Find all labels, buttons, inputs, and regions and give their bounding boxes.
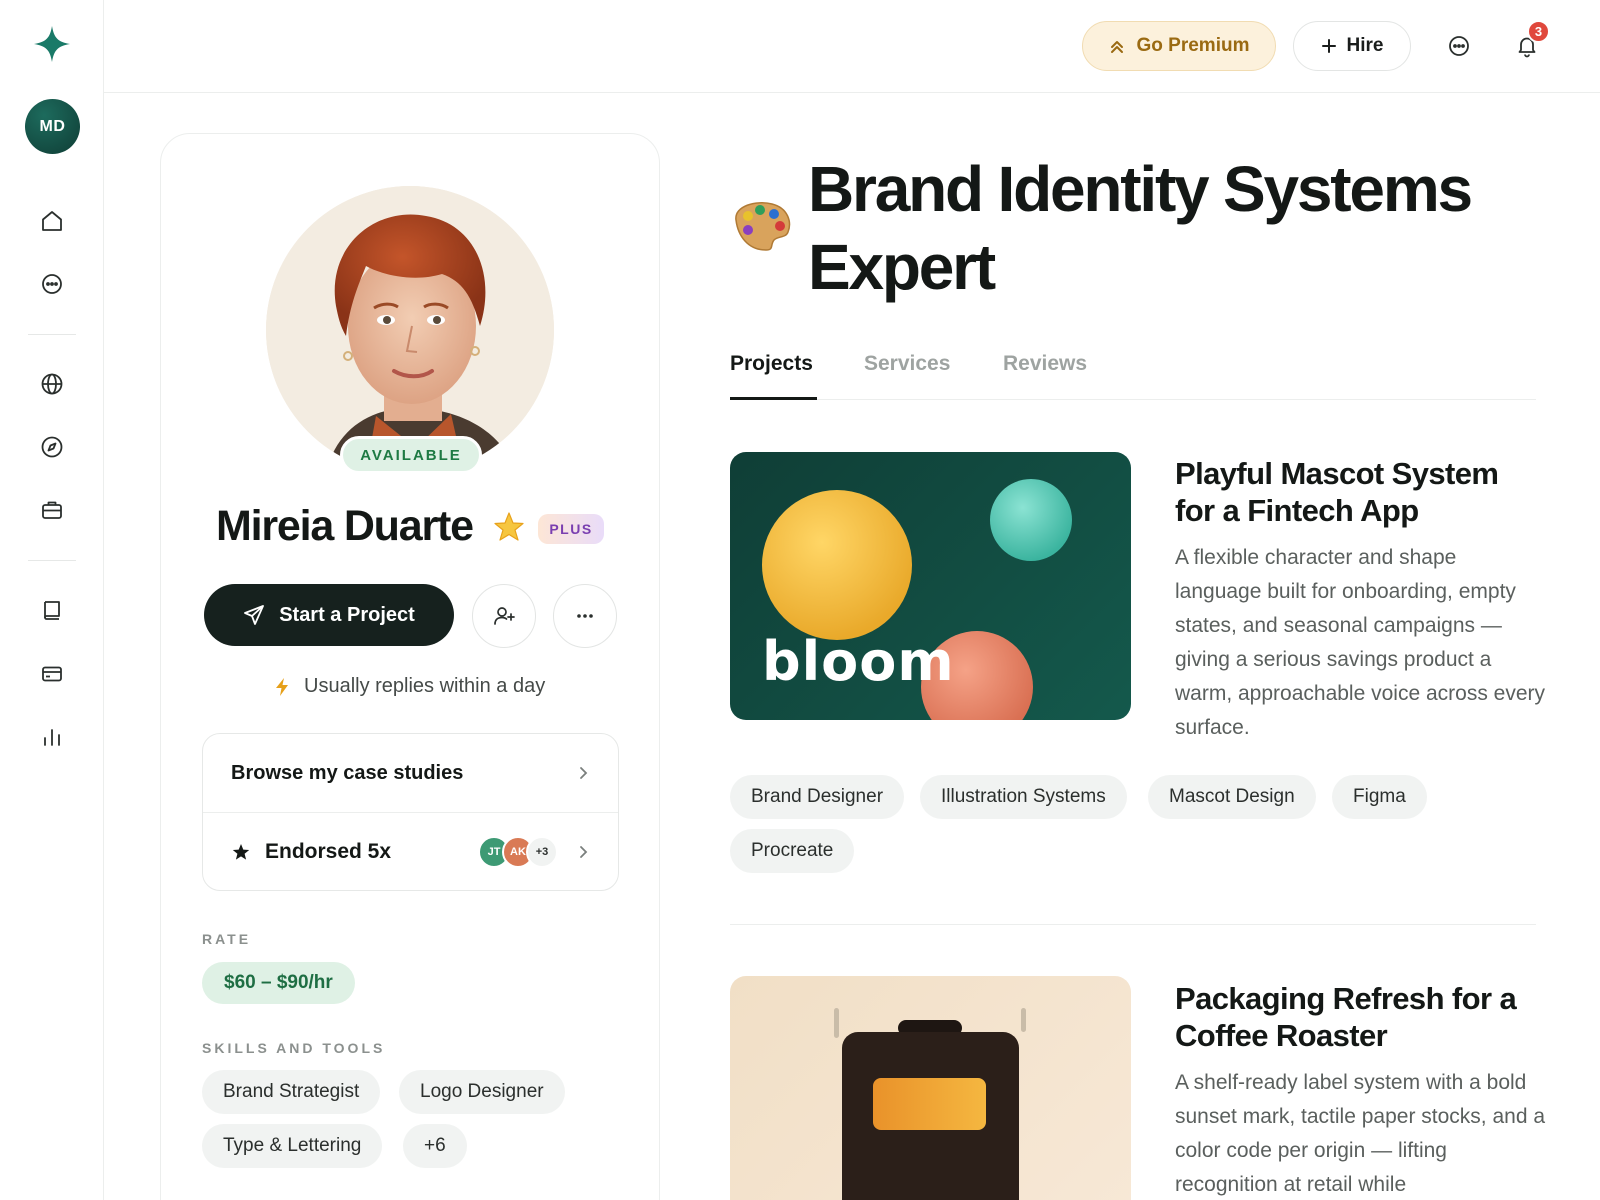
case-studies-label: Browse my case studies xyxy=(231,761,464,784)
page-headline: Brand Identity Systems Expert xyxy=(808,153,1473,303)
rate-label: RATE xyxy=(202,931,252,947)
more-skills-chip[interactable]: +6 xyxy=(403,1124,467,1168)
sidebar-divider xyxy=(28,560,76,561)
start-project-button[interactable]: Start a Project xyxy=(204,584,454,646)
tab-services[interactable]: Services xyxy=(864,352,950,376)
go-premium-label: Go Premium xyxy=(1136,35,1250,56)
endorsed-label: Endorsed 5x xyxy=(265,839,392,863)
case-studies-link[interactable]: Browse my case studies xyxy=(203,734,618,812)
credit-card-icon[interactable] xyxy=(38,660,66,688)
endorsers-more-count: +3 xyxy=(526,835,558,868)
reply-time-note: Usually replies within a day xyxy=(274,675,545,698)
thumbnail-wordmark: bloom xyxy=(762,630,955,693)
project-tag[interactable]: Mascot Design xyxy=(1148,775,1316,819)
profile-name: Mireia Duarte xyxy=(216,502,474,550)
project-thumbnail[interactable] xyxy=(730,976,1131,1200)
project-title[interactable]: Packaging Refresh for a Coffee Roaster xyxy=(1175,980,1545,1054)
go-premium-button[interactable]: Go Premium xyxy=(1082,21,1276,71)
bar-chart-icon[interactable] xyxy=(38,723,66,751)
more-options-button[interactable] xyxy=(553,584,617,648)
hire-label: Hire xyxy=(1346,35,1384,56)
skills-label: SKILLS AND TOOLS xyxy=(202,1040,386,1056)
briefcase-icon[interactable] xyxy=(38,496,66,524)
lightning-icon xyxy=(276,677,288,696)
user-plus-icon xyxy=(494,607,515,625)
hire-button[interactable]: Hire xyxy=(1293,21,1411,71)
tab-projects[interactable]: Projects xyxy=(730,352,813,376)
project-tag[interactable]: Procreate xyxy=(730,829,855,873)
messages-icon[interactable] xyxy=(1443,30,1475,62)
sidebar: MD xyxy=(0,0,104,1200)
content-tabs: Projects Services Reviews xyxy=(730,340,1536,400)
rate-value: $60 – $90/hr xyxy=(202,962,355,1004)
globe-icon[interactable] xyxy=(38,370,66,398)
project-thumbnail[interactable]: bloom xyxy=(730,452,1131,720)
compass-icon[interactable] xyxy=(38,433,66,461)
project-description: A flexible character and shape language … xyxy=(1175,546,1546,739)
double-chevron-up-icon xyxy=(1110,41,1123,53)
skill-chip[interactable]: Logo Designer xyxy=(399,1070,565,1114)
project-tag[interactable]: Illustration Systems xyxy=(920,775,1127,819)
follow-button[interactable] xyxy=(472,584,536,648)
sidebar-divider xyxy=(28,334,76,335)
project-tag[interactable]: Brand Designer xyxy=(730,775,905,819)
tab-reviews[interactable]: Reviews xyxy=(1003,352,1087,376)
book-icon[interactable] xyxy=(38,597,66,625)
ellipsis-icon xyxy=(577,614,593,618)
project-divider xyxy=(730,924,1536,925)
skill-chip[interactable]: Brand Strategist xyxy=(202,1070,381,1114)
availability-badge: AVAILABLE xyxy=(340,436,482,474)
active-tab-indicator xyxy=(730,397,817,400)
skill-chip[interactable]: Type & Lettering xyxy=(202,1124,383,1168)
star-icon xyxy=(232,843,250,860)
notification-count-badge: 3 xyxy=(1527,20,1550,43)
chevron-right-icon xyxy=(580,845,588,858)
plus-icon xyxy=(1321,39,1336,53)
chat-icon[interactable] xyxy=(38,270,66,298)
star-badge-icon xyxy=(492,510,526,544)
palette-icon xyxy=(730,198,792,252)
profile-photo xyxy=(266,186,554,474)
home-icon[interactable] xyxy=(38,207,66,235)
send-icon xyxy=(244,605,265,625)
user-avatar[interactable]: MD xyxy=(25,99,80,154)
top-bar: Go Premium Hire xyxy=(104,0,1600,93)
project-description: A shelf-ready label system with a bold s… xyxy=(1175,1071,1546,1196)
endorser-avatars: JT AK +3 xyxy=(478,835,558,868)
endorsements-link[interactable]: Endorsed 5x JT AK +3 xyxy=(203,812,618,890)
project-tag[interactable]: Figma xyxy=(1332,775,1427,819)
start-project-label: Start a Project xyxy=(279,603,415,626)
plus-plan-badge: PLUS xyxy=(538,514,604,544)
chevron-right-icon xyxy=(580,767,588,779)
profile-links-box: Browse my case studies Endorsed 5x JT AK… xyxy=(202,733,619,891)
reply-time-text: Usually replies within a day xyxy=(304,675,546,697)
sparkle-logo-icon[interactable] xyxy=(32,24,72,64)
project-title[interactable]: Playful Mascot System for a Fintech App xyxy=(1175,455,1545,529)
